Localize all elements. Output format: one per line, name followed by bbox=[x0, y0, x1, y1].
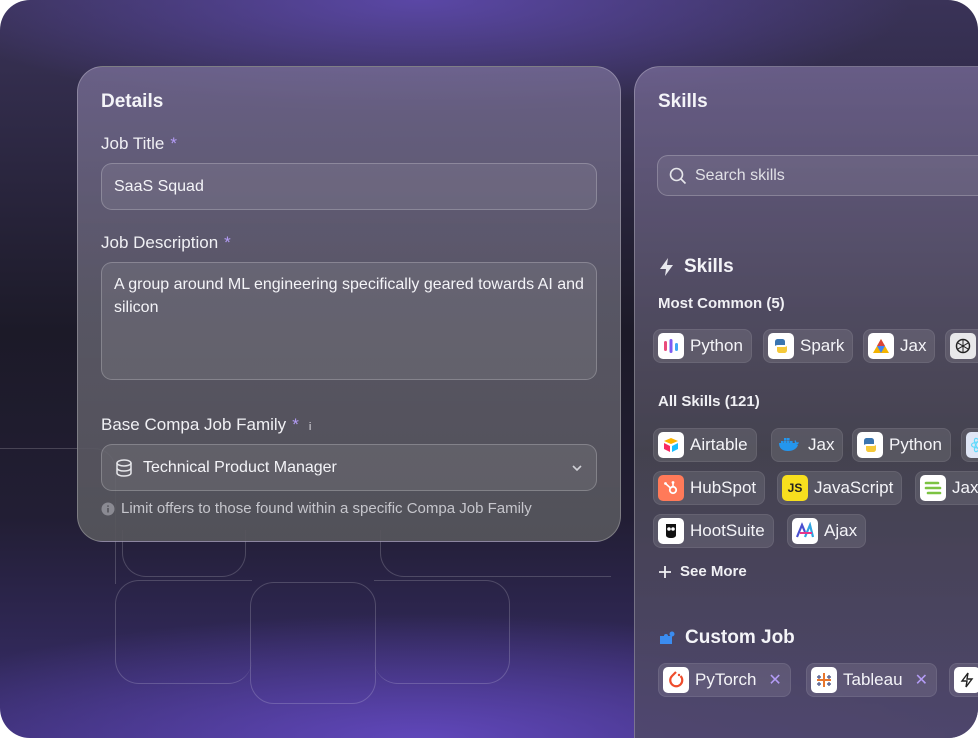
info-circle-icon bbox=[101, 502, 115, 515]
skill-chip-ajax[interactable]: Ajax bbox=[787, 514, 867, 548]
skill-chip-jax-2[interactable]: Jax bbox=[915, 471, 978, 505]
search-icon bbox=[669, 167, 687, 184]
puzzle-icon bbox=[660, 631, 675, 644]
skill-chip-javascript[interactable]: JS JavaScript bbox=[777, 471, 903, 505]
job-title-label: Job Title * bbox=[101, 134, 177, 153]
skill-chip-jax[interactable]: Jax bbox=[863, 329, 936, 363]
required-asterisk: * bbox=[170, 134, 177, 153]
required-asterisk: * bbox=[224, 233, 231, 252]
custom-chip-zapier[interactable] bbox=[949, 663, 978, 697]
openai-icon bbox=[950, 333, 976, 359]
remove-icon[interactable]: ✕ bbox=[915, 670, 928, 690]
skill-chip-label: Python bbox=[889, 435, 942, 454]
python-icon bbox=[857, 432, 883, 458]
zapier-icon bbox=[954, 667, 978, 693]
airtable-icon bbox=[658, 432, 684, 458]
skill-chip-label: Airtable bbox=[690, 435, 748, 454]
skill-chip-hootsuite[interactable]: HootSuite bbox=[653, 514, 774, 548]
job-description-value: A group around ML engineering specifical… bbox=[114, 276, 584, 316]
job-description-label: Job Description * bbox=[101, 233, 231, 252]
skill-chip-openai[interactable] bbox=[945, 329, 978, 363]
see-more-label: See More bbox=[680, 563, 747, 580]
skill-chip-label: Tableau bbox=[843, 670, 903, 689]
see-more-button[interactable]: See More bbox=[658, 563, 747, 580]
plus-icon bbox=[659, 565, 671, 578]
skill-chip-spark[interactable]: Spark bbox=[763, 329, 854, 363]
skills-heading: Skills bbox=[658, 256, 734, 278]
details-title: Details bbox=[101, 91, 164, 112]
job-title-input[interactable]: SaaS Squad bbox=[101, 163, 597, 210]
job-family-value: Technical Product Manager bbox=[143, 458, 337, 476]
skill-chip-python[interactable]: Python bbox=[653, 329, 752, 363]
chevron-down-icon bbox=[572, 464, 582, 471]
javascript-icon: JS bbox=[782, 475, 808, 501]
remove-icon[interactable]: ✕ bbox=[768, 670, 781, 690]
skills-panel-title: Skills bbox=[658, 91, 708, 112]
tableau-icon bbox=[811, 667, 837, 693]
hootsuite-icon bbox=[658, 518, 684, 544]
skill-chip-label: Jax bbox=[952, 478, 978, 497]
skill-chip-label: Ajax bbox=[824, 521, 858, 540]
python-icon bbox=[658, 333, 684, 359]
skill-chip-label: HubSpot bbox=[690, 478, 757, 497]
jax-icon bbox=[920, 475, 946, 501]
spark-icon bbox=[768, 333, 794, 359]
skill-chip-label: Jax bbox=[900, 336, 927, 355]
skill-chip-jax-docker[interactable]: Jax bbox=[771, 428, 844, 462]
docker-icon bbox=[776, 432, 802, 458]
ajax-icon bbox=[792, 518, 818, 544]
all-skills-label: All Skills (121) bbox=[658, 393, 760, 410]
skill-chip-python-2[interactable]: Python bbox=[852, 428, 951, 462]
search-placeholder: Search skills bbox=[695, 166, 785, 184]
job-family-label: Base Compa Job Family * i bbox=[101, 415, 312, 434]
custom-job-heading: Custom Job bbox=[658, 627, 795, 649]
background-shape bbox=[250, 582, 376, 704]
background-shape bbox=[374, 580, 510, 684]
custom-chip-pytorch[interactable]: PyTorch ✕ bbox=[658, 663, 791, 697]
required-asterisk: * bbox=[292, 415, 299, 434]
background-shape bbox=[115, 580, 252, 684]
skills-search-input[interactable]: Search skills bbox=[657, 155, 978, 196]
lightning-icon bbox=[660, 258, 673, 276]
react-icon bbox=[966, 432, 978, 458]
job-description-textarea[interactable]: A group around ML engineering specifical… bbox=[101, 262, 597, 380]
pytorch-icon bbox=[663, 667, 689, 693]
most-common-label: Most Common (5) bbox=[658, 295, 785, 312]
skill-chip-react[interactable] bbox=[961, 428, 978, 462]
jax-icon bbox=[868, 333, 894, 359]
skill-chip-label: Spark bbox=[800, 336, 845, 355]
skill-chip-label: PyTorch bbox=[695, 670, 757, 689]
info-icon[interactable]: i bbox=[309, 421, 311, 433]
job-family-select[interactable]: Technical Product Manager bbox=[101, 444, 597, 491]
skill-chip-label: HootSuite bbox=[690, 521, 765, 540]
app-canvas: Details Job Title * SaaS Squad Job Descri… bbox=[0, 0, 978, 738]
job-family-hint: Limit offers to those found within a spe… bbox=[101, 500, 532, 517]
skill-chip-label: JavaScript bbox=[814, 478, 894, 497]
skill-chip-label: Python bbox=[690, 336, 743, 355]
skill-chip-hubspot[interactable]: HubSpot bbox=[653, 471, 766, 505]
custom-chip-tableau[interactable]: Tableau ✕ bbox=[806, 663, 937, 697]
skill-chip-label: Jax bbox=[808, 435, 835, 454]
database-icon bbox=[116, 458, 132, 477]
hubspot-icon bbox=[658, 475, 684, 501]
skill-chip-airtable[interactable]: Airtable bbox=[653, 428, 757, 462]
job-title-value: SaaS Squad bbox=[114, 178, 204, 195]
